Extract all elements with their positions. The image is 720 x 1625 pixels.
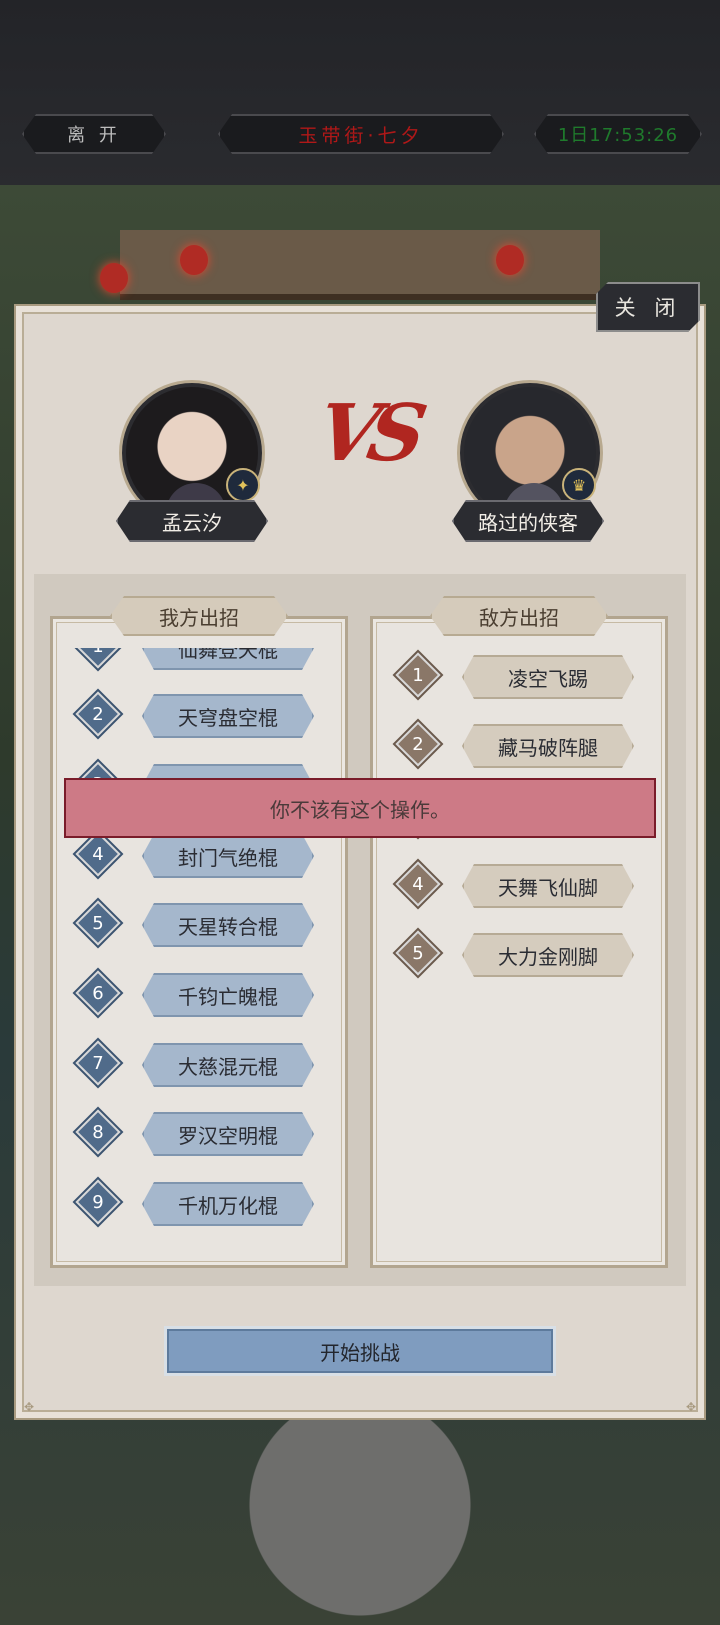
enemy-move-item: 2 藏马破阵腿 xyxy=(380,721,660,770)
corner-ornament-icon: ✥ xyxy=(685,1400,696,1414)
move-name: 大慈混元棍 xyxy=(142,1043,314,1087)
move-number: 6 xyxy=(92,982,104,1004)
my-move-item[interactable]: 2 天穹盘空棍 xyxy=(60,691,340,740)
lantern-icon xyxy=(100,263,128,293)
move-name: 藏马破阵腿 xyxy=(462,724,634,768)
top-bar: 离 开 玉带街·七夕 1日17:53:26 xyxy=(0,0,720,185)
enemy-moves-title: 敌方出招 xyxy=(430,596,608,636)
weapon-badge-icon: ✦ xyxy=(226,468,260,502)
my-move-item[interactable]: 7 大慈混元棍 xyxy=(60,1040,340,1089)
corner-ornament-icon: ✥ xyxy=(24,1400,35,1414)
enemy-move-item: 1 凌空飞踢 xyxy=(380,652,660,701)
move-number: 7 xyxy=(92,1052,104,1074)
move-number: 5 xyxy=(92,912,104,934)
my-move-item[interactable]: 5 天星转合棍 xyxy=(60,900,340,949)
move-name: 凌空飞踢 xyxy=(462,655,634,699)
move-name: 大力金刚脚 xyxy=(462,933,634,977)
game-time: 1日17:53:26 xyxy=(534,114,702,154)
my-move-item[interactable]: 8 罗汉空明棍 xyxy=(60,1109,340,1158)
enemy-moves-list: 1 凌空飞踢 2 藏马破阵腿 3 4 天舞飞仙脚 5 大力金刚脚 xyxy=(380,648,660,1260)
move-name: 千机万化棍 xyxy=(142,1182,314,1226)
move-number: 4 xyxy=(412,873,424,895)
move-number: 8 xyxy=(92,1121,104,1143)
vs-icon: VS xyxy=(310,388,424,479)
rank-badge-icon: ♛ xyxy=(562,468,596,502)
enemy-name: 路过的侠客 xyxy=(452,500,604,542)
my-moves-title: 我方出招 xyxy=(110,596,288,636)
enemy-move-item: 5 大力金刚脚 xyxy=(380,930,660,979)
my-move-item[interactable]: 6 千钧亡魄棍 xyxy=(60,970,340,1019)
close-button[interactable]: 关 闭 xyxy=(596,282,700,332)
location-label: 玉带街·七夕 xyxy=(218,114,504,154)
move-number: 9 xyxy=(92,1191,104,1213)
move-name: 仙舞登天棍 xyxy=(142,648,314,670)
start-challenge-button[interactable]: 开始挑战 xyxy=(164,1326,556,1376)
lantern-icon xyxy=(180,245,208,275)
move-number: 1 xyxy=(412,664,424,686)
move-name: 封门气绝棍 xyxy=(142,834,314,878)
my-moves-list[interactable]: 1 仙舞登天棍 2 天穹盘空棍 3 4 封门气绝棍 5 天星转合棍 6 千钧亡魄… xyxy=(60,648,340,1260)
move-name: 罗汉空明棍 xyxy=(142,1112,314,1156)
enemy-move-item: 4 天舞飞仙脚 xyxy=(380,861,660,910)
move-name: 天穹盘空棍 xyxy=(142,694,314,738)
move-number: 1 xyxy=(82,648,114,662)
my-move-item[interactable]: 4 封门气绝棍 xyxy=(60,831,340,880)
move-name: 天舞飞仙脚 xyxy=(462,864,634,908)
player-name: 孟云汐 xyxy=(116,500,268,542)
move-number: 5 xyxy=(412,942,424,964)
leave-button[interactable]: 离 开 xyxy=(22,114,166,154)
my-move-item[interactable]: 1 仙舞登天棍 xyxy=(60,648,340,672)
error-toast: 你不该有这个操作。 xyxy=(64,778,656,838)
move-number: 2 xyxy=(92,703,104,725)
move-name: 天星转合棍 xyxy=(142,903,314,947)
lantern-icon xyxy=(496,245,524,275)
move-number: 2 xyxy=(412,733,424,755)
move-name: 千钧亡魄棍 xyxy=(142,973,314,1017)
move-number: 4 xyxy=(92,843,104,865)
my-move-item[interactable]: 9 千机万化棍 xyxy=(60,1179,340,1228)
